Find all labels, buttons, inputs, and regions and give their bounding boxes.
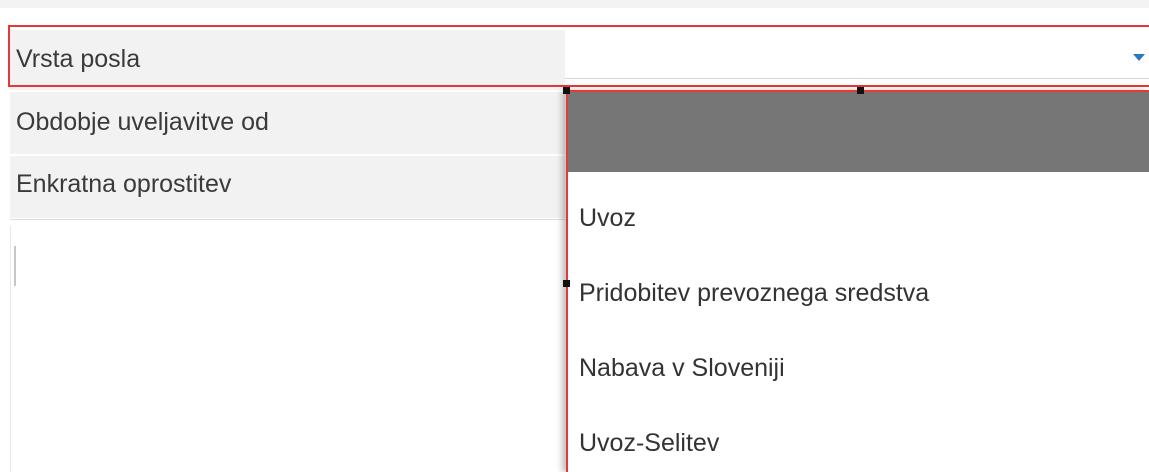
resize-handle-top-middle[interactable] bbox=[857, 87, 864, 94]
top-strip bbox=[0, 0, 1149, 8]
resize-handle-middle-left[interactable] bbox=[563, 280, 570, 287]
field-edge-marker bbox=[14, 246, 16, 286]
obdobje-row: Obdobje uveljavitve od bbox=[10, 92, 565, 154]
vrsta-posla-dropdown-list[interactable]: Uvoz Pridobitev prevoznega sredstva Naba… bbox=[566, 90, 1149, 472]
dropdown-option-uvoz[interactable]: Uvoz bbox=[579, 204, 636, 233]
resize-handle-top-left[interactable] bbox=[563, 87, 570, 94]
row-divider bbox=[10, 219, 565, 220]
enkratna-row: Enkratna oprostitev bbox=[10, 156, 565, 218]
lower-content-panel bbox=[10, 226, 566, 472]
caret-down-icon[interactable] bbox=[1133, 54, 1145, 61]
dropdown-option-empty[interactable] bbox=[568, 92, 1149, 172]
vrsta-posla-select[interactable] bbox=[565, 36, 1149, 79]
dropdown-option-uvoz-selitev[interactable]: Uvoz-Selitev bbox=[579, 429, 719, 458]
obdobje-label: Obdobje uveljavitve od bbox=[16, 108, 269, 136]
dropdown-option-pridobitev[interactable]: Pridobitev prevoznega sredstva bbox=[579, 279, 929, 308]
vrsta-posla-label: Vrsta posla bbox=[16, 45, 141, 73]
dropdown-option-nabava[interactable]: Nabava v Sloveniji bbox=[579, 354, 785, 383]
enkratna-label: Enkratna oprostitev bbox=[16, 170, 232, 198]
